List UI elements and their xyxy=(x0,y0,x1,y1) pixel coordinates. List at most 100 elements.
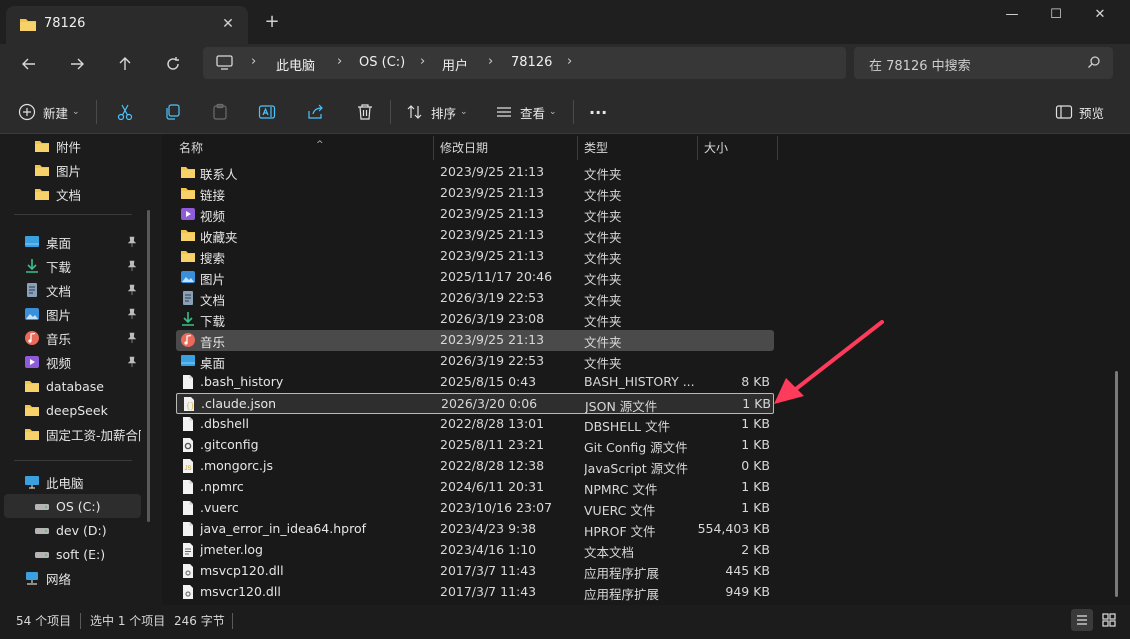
sidebar-scrollbar[interactable] xyxy=(147,210,150,522)
chevron-down-icon: ⌄ xyxy=(549,107,557,117)
file-row[interactable]: 收藏夹 2023/9/25 21:13 文件夹 xyxy=(176,225,774,246)
address-bar[interactable]: › 此电脑 › OS (C:) › 用户 › 78126 › xyxy=(203,47,846,79)
file-row[interactable]: 下载 2026/3/19 23:08 文件夹 xyxy=(176,309,774,330)
file-row[interactable]: 桌面 2026/3/19 22:53 文件夹 xyxy=(176,351,774,372)
file-row[interactable]: jmeter.log 2023/4/16 1:10 文本文档 2 KB xyxy=(176,540,774,561)
video-icon xyxy=(24,354,40,370)
sidebar-item-soft-e[interactable]: soft (E:) xyxy=(4,542,141,566)
file-type: VUERC 文件 xyxy=(584,503,656,518)
sidebar-item-label: 图片 xyxy=(56,163,82,179)
file-row[interactable]: .npmrc 2024/6/11 20:31 NPMRC 文件 1 KB xyxy=(176,477,774,498)
sort-button[interactable]: 排序 ⌄ xyxy=(406,100,468,124)
close-tab-button[interactable]: ✕ xyxy=(219,15,237,33)
column-header-size[interactable]: 大小 xyxy=(704,134,774,162)
breadcrumb-78126[interactable]: 78126 xyxy=(511,55,552,70)
preview-pane-button[interactable]: 预览 xyxy=(1055,100,1104,124)
file-row[interactable]: JS .mongorc.js 2022/8/28 12:38 JavaScript 源… xyxy=(176,456,774,477)
rename-icon xyxy=(258,105,276,119)
chevron-right-icon: › xyxy=(488,54,494,69)
sidebar-item-label: 桌面 xyxy=(46,235,72,251)
back-button[interactable] xyxy=(14,52,44,82)
cut-button[interactable] xyxy=(116,100,134,124)
file-row[interactable]: java_error_in_idea64.hprof 2023/4/23 9:38… xyxy=(176,519,774,540)
sidebar-item-item-0[interactable]: 此电脑 xyxy=(4,470,141,494)
file-row[interactable]: .bash_history 2025/8/15 0:43 BASH_HISTORY … xyxy=(176,372,774,393)
sidebar-item-os-c[interactable]: OS (C:) xyxy=(4,494,141,518)
sidebar-item-item-5[interactable]: 视频 xyxy=(4,350,141,374)
search-input[interactable]: 在 78126 中搜索 xyxy=(854,47,1113,79)
sidebar-item-item-1[interactable]: 下载 xyxy=(4,254,141,278)
column-divider[interactable] xyxy=(433,136,434,160)
new-button[interactable]: 新建 ⌄ xyxy=(18,100,80,124)
file-row[interactable]: 音乐 2023/9/25 21:13 文件夹 xyxy=(176,330,774,351)
column-header-type[interactable]: 类型 xyxy=(584,134,694,162)
file-row[interactable]: 图片 2025/11/17 20:46 文件夹 xyxy=(176,267,774,288)
file-type: BASH_HISTORY ... xyxy=(584,374,694,389)
file-date: 2025/8/15 0:43 xyxy=(440,374,537,389)
new-tab-button[interactable]: + xyxy=(262,12,282,32)
file-type: 文件夹 xyxy=(584,188,622,203)
maximize-button[interactable]: ☐ xyxy=(1034,4,1078,26)
up-button[interactable] xyxy=(110,52,140,82)
sidebar-item-deepseek[interactable]: deepSeek xyxy=(4,398,141,422)
video-icon xyxy=(180,206,196,222)
refresh-button[interactable] xyxy=(158,52,188,82)
document-icon xyxy=(180,290,196,306)
folder-icon xyxy=(180,164,196,180)
forward-button[interactable] xyxy=(62,52,92,82)
sidebar-item-item-1[interactable]: 图片 xyxy=(4,158,141,182)
breadcrumb-os-c[interactable]: OS (C:) xyxy=(359,55,405,70)
file-row[interactable]: 链接 2023/9/25 21:13 文件夹 xyxy=(176,183,774,204)
folder-icon xyxy=(24,378,40,394)
file-name: jmeter.log xyxy=(200,542,263,557)
file-row[interactable]: msvcr120.dll 2017/3/7 11:43 应用程序扩展 949 KB xyxy=(176,582,774,603)
sidebar-item-database[interactable]: database xyxy=(4,374,141,398)
selection-size: 246 字节 xyxy=(174,614,225,628)
file-row[interactable]: msvcp120.dll 2017/3/7 11:43 应用程序扩展 445 KB xyxy=(176,561,774,582)
sidebar-item-item-4[interactable]: 网络 xyxy=(4,566,141,590)
sidebar-item-item-8[interactable]: 固定工资-加薪合同 xyxy=(4,422,141,446)
close-window-button[interactable]: ✕ xyxy=(1078,4,1122,26)
copy-button[interactable] xyxy=(163,100,181,124)
sidebar-item-item-4[interactable]: 音乐 xyxy=(4,326,141,350)
column-header-date[interactable]: 修改日期 xyxy=(440,134,580,162)
tiles-view-button[interactable] xyxy=(1098,609,1120,631)
file-date: 2023/10/16 23:07 xyxy=(440,500,553,515)
sidebar-item-item-2[interactable]: 文档 xyxy=(4,278,141,302)
file-row[interactable]: 文档 2026/3/19 22:53 文件夹 xyxy=(176,288,774,309)
column-divider[interactable] xyxy=(777,136,778,160)
more-options-button[interactable]: ··· xyxy=(589,100,607,124)
navigation-pane: 附件 图片 文档 桌面 下载 文档 图片 音乐 视频 database deepSeek 固定工资-… xyxy=(0,134,160,605)
sidebar-item-item-0[interactable]: 附件 xyxy=(4,134,141,158)
delete-button[interactable] xyxy=(356,100,374,124)
file-row[interactable]: .dbshell 2022/8/28 13:01 DBSHELL 文件 1 KB xyxy=(176,414,774,435)
column-header-name[interactable]: 名称 ^ xyxy=(179,134,429,162)
sidebar-item-item-0[interactable]: 桌面 xyxy=(4,230,141,254)
file-row[interactable]: 视频 2023/9/25 21:13 文件夹 xyxy=(176,204,774,225)
rename-button[interactable] xyxy=(258,100,276,124)
share-button[interactable] xyxy=(307,100,325,124)
breadcrumb-users[interactable]: 用户 xyxy=(442,55,468,74)
file-row[interactable]: 搜索 2023/9/25 21:13 文件夹 xyxy=(176,246,774,267)
file-row[interactable]: 联系人 2023/9/25 21:13 文件夹 xyxy=(176,162,774,183)
breadcrumb-this-pc[interactable]: 此电脑 xyxy=(276,55,315,74)
file-row[interactable]: {} .claude.json 2026/3/20 0:06 JSON 源文件 1 KB xyxy=(176,393,774,414)
sort-ascending-icon: ^ xyxy=(316,140,324,150)
chevron-right-icon: › xyxy=(420,54,426,69)
sidebar-item-item-2[interactable]: 文档 xyxy=(4,182,141,206)
file-row[interactable]: .gitconfig 2025/8/11 23:21 Git Config 源文件 1… xyxy=(176,435,774,456)
details-view-button[interactable] xyxy=(1071,609,1093,631)
view-button[interactable]: 查看 ⌄ xyxy=(495,100,557,124)
column-divider[interactable] xyxy=(577,136,578,160)
file-date: 2022/8/28 13:01 xyxy=(440,416,545,431)
minimize-button[interactable]: — xyxy=(990,4,1034,26)
file-list-scrollbar[interactable] xyxy=(1115,371,1118,597)
column-divider[interactable] xyxy=(697,136,698,160)
window-tab[interactable]: 78126 ✕ xyxy=(6,6,248,44)
search-icon xyxy=(1088,56,1100,68)
paste-button[interactable] xyxy=(211,100,229,124)
sidebar-item-item-3[interactable]: 图片 xyxy=(4,302,141,326)
chevron-down-icon: ⌄ xyxy=(72,107,80,117)
sidebar-item-dev-d[interactable]: dev (D:) xyxy=(4,518,141,542)
file-row[interactable]: .vuerc 2023/10/16 23:07 VUERC 文件 1 KB xyxy=(176,498,774,519)
